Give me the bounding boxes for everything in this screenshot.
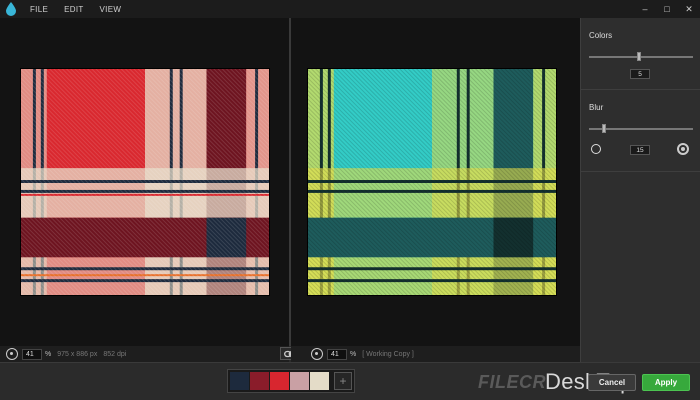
working-zoom-bar: 41 % [ Working Copy ]: [291, 346, 580, 362]
working-image: [307, 68, 557, 296]
blur-value[interactable]: 15: [630, 145, 650, 155]
cancel-button[interactable]: Cancel: [588, 374, 636, 391]
window-controls: – □ ✕: [634, 0, 700, 18]
apply-button[interactable]: Apply: [642, 374, 690, 391]
original-zoom-input[interactable]: 41: [22, 348, 42, 360]
image-dimensions: 975 x 886 px: [57, 350, 98, 358]
image-viewport: [0, 18, 580, 346]
minimize-button[interactable]: –: [634, 0, 656, 18]
colors-value[interactable]: 5: [630, 69, 650, 79]
original-image: [20, 68, 270, 296]
bottom-bar: + FILECR DeskTop Cancel Apply: [0, 362, 700, 400]
colors-slider[interactable]: [589, 56, 693, 58]
original-view[interactable]: [0, 18, 289, 346]
filecr-watermark: FILECR: [478, 371, 546, 392]
close-button[interactable]: ✕: [678, 0, 700, 18]
colors-section: Colors 5: [581, 18, 700, 90]
maximize-button[interactable]: □: [656, 0, 678, 18]
menu-view[interactable]: VIEW: [92, 5, 130, 14]
zoom-unit: %: [350, 350, 357, 358]
menu-bar: FILE EDIT VIEW – □ ✕: [0, 0, 700, 18]
palette-swatch[interactable]: [310, 372, 329, 390]
working-zoom-input[interactable]: 41: [327, 348, 347, 360]
menu-file[interactable]: FILE: [22, 5, 56, 14]
blur-min-icon[interactable]: [591, 144, 601, 154]
color-palette: +: [227, 369, 355, 393]
blur-slider-thumb[interactable]: [601, 124, 606, 133]
original-zoom-bar: 41 % 975 x 886 px 852 dpi: [0, 346, 289, 362]
palette-swatch[interactable]: [250, 372, 269, 390]
zoom-fit-icon[interactable]: [6, 348, 18, 360]
blur-section: Blur 15: [581, 90, 700, 172]
zoom-unit: %: [45, 350, 52, 358]
colors-title: Colors: [589, 31, 613, 40]
palette-swatch[interactable]: [290, 372, 309, 390]
app-logo-icon: [0, 0, 22, 18]
working-view[interactable]: [291, 18, 580, 346]
settings-panel: Colors 5 Blur 15: [580, 18, 700, 362]
zoom-fit-icon[interactable]: [311, 348, 323, 360]
colors-slider-thumb[interactable]: [636, 52, 641, 61]
working-copy-label: [ Working Copy ]: [362, 350, 414, 358]
blur-title: Blur: [589, 103, 604, 112]
menu-edit[interactable]: EDIT: [56, 5, 91, 14]
palette-swatch[interactable]: [230, 372, 249, 390]
image-dpi: 852 dpi: [103, 350, 127, 358]
add-color-button[interactable]: +: [334, 372, 352, 390]
blur-max-icon[interactable]: [677, 143, 689, 155]
palette-swatch[interactable]: [270, 372, 289, 390]
